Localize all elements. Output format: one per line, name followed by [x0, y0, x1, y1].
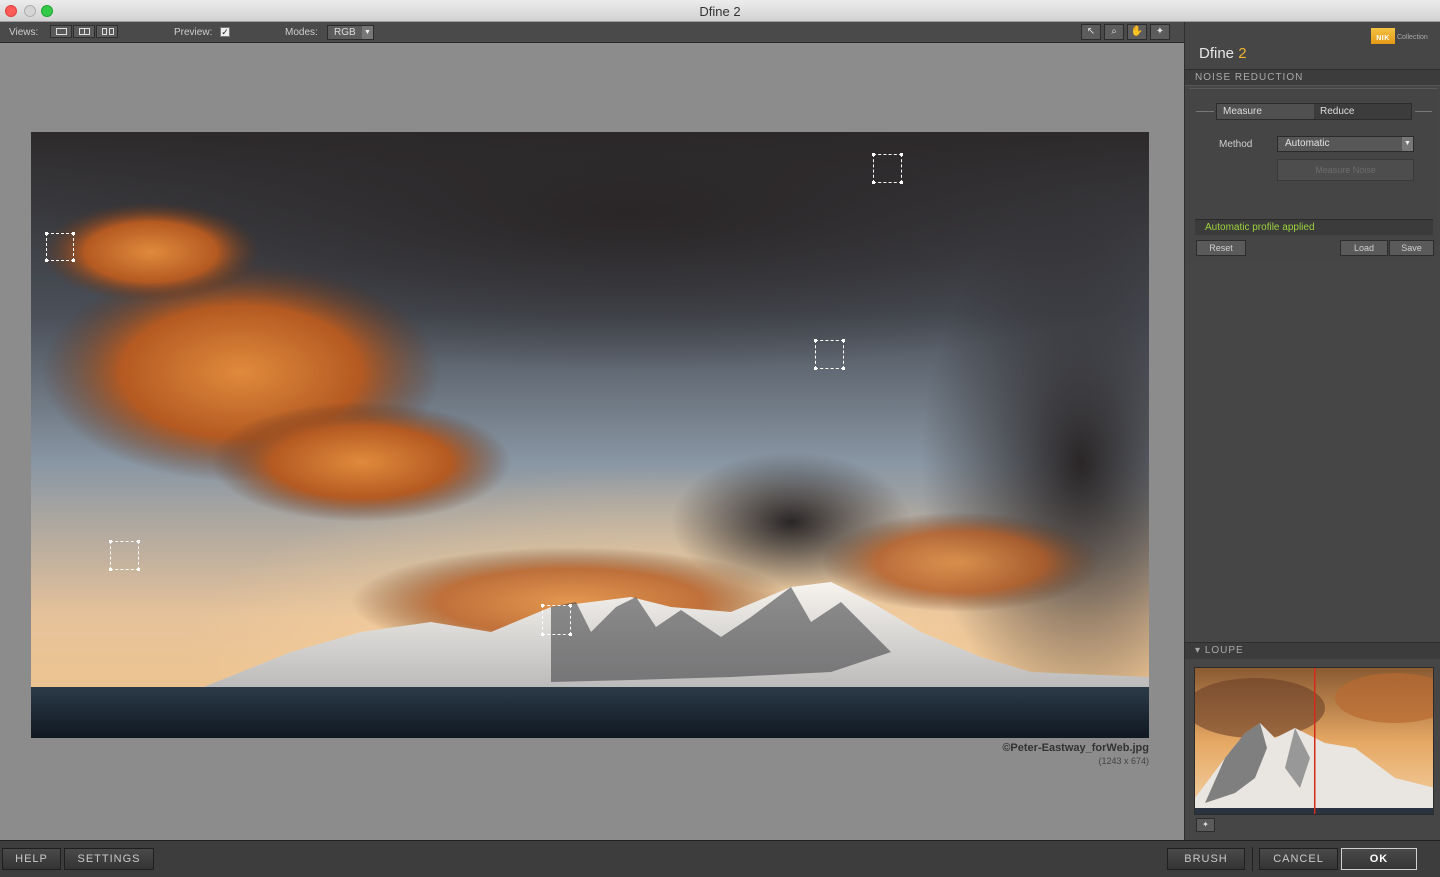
pointer-tool-button[interactable]: ↖	[1081, 24, 1101, 40]
method-select[interactable]: Automatic ▼	[1277, 136, 1414, 152]
hand-tool-button[interactable]: ✋	[1127, 24, 1147, 40]
measure-point-box[interactable]	[541, 604, 572, 636]
bottom-bar: HELP SETTINGS BRUSH CANCEL OK	[0, 840, 1440, 877]
single-view-icon	[56, 28, 67, 35]
loupe-image	[1195, 668, 1433, 814]
hand-tool-icon: ✋	[1130, 26, 1144, 37]
tab-reduce[interactable]: Reduce	[1314, 104, 1411, 119]
side-by-side-view-icon-right	[109, 28, 114, 35]
loupe-preview[interactable]	[1194, 667, 1434, 815]
load-button[interactable]: Load	[1340, 240, 1388, 256]
settings-button[interactable]: SETTINGS	[64, 848, 154, 870]
measure-noise-button[interactable]: Measure Noise	[1277, 159, 1414, 181]
product-name: Dfine	[1199, 45, 1235, 62]
window-title: Dfine 2	[699, 4, 741, 19]
zoom-tool-button[interactable]: ⌕	[1104, 24, 1124, 40]
noise-reduction-header[interactable]: NOISE REDUCTION	[1185, 69, 1440, 86]
preview-label: Preview:	[174, 27, 213, 38]
add-measure-tool-icon: ✦	[1155, 26, 1165, 37]
preview-checkbox[interactable]: ✓	[220, 27, 230, 37]
zoom-tool-icon: ⌕	[1111, 26, 1117, 37]
toolbar: Views: Preview: ✓ Modes: RGB ▼ ↖ ⌕ ✋ ✦	[0, 22, 1184, 43]
tab-divider-left	[1196, 111, 1214, 112]
pointer-tool-icon: ↖	[1086, 26, 1096, 37]
add-measure-tool-button[interactable]: ✦	[1150, 24, 1170, 40]
cancel-button[interactable]: CANCEL	[1259, 848, 1338, 870]
method-select-value: Automatic	[1285, 138, 1330, 149]
profile-status: Automatic profile applied	[1195, 219, 1433, 235]
nik-logo: NIK	[1371, 28, 1395, 44]
save-button[interactable]: Save	[1389, 240, 1434, 256]
ok-button[interactable]: OK	[1341, 848, 1417, 870]
loupe-title: LOUPE	[1204, 645, 1244, 656]
pin-loupe-button[interactable]: ✦	[1196, 818, 1215, 832]
help-button[interactable]: HELP	[2, 848, 61, 870]
measure-point-box[interactable]	[45, 232, 75, 262]
disclosure-triangle-icon: ▾	[1195, 645, 1202, 656]
nik-collection-label: Collection	[1397, 34, 1428, 41]
measure-point-box[interactable]	[814, 339, 845, 370]
image-canvas[interactable]: ©Peter-Eastway_forWeb.jpg (1243 x 674)	[0, 43, 1184, 840]
image-dimensions: (1243 x 674)	[1098, 756, 1149, 766]
single-view-button[interactable]	[50, 25, 72, 38]
side-by-side-view-icon	[102, 28, 107, 35]
brush-button[interactable]: BRUSH	[1167, 848, 1245, 870]
chevron-down-icon: ▼	[1402, 137, 1413, 151]
button-separator	[1252, 847, 1253, 871]
noise-reduction-section: Measure Reduce Method Automatic ▼ Measur…	[1189, 88, 1437, 260]
noise-reduction-tabs: Measure Reduce	[1216, 103, 1412, 120]
chevron-down-icon: ▼	[362, 26, 373, 39]
reset-button[interactable]: Reset	[1196, 240, 1246, 256]
mode-select-value: RGB	[334, 27, 356, 38]
landscape-photo-image	[31, 132, 1149, 738]
control-panel: NIK Collection Dfine 2 NOISE REDUCTION M…	[1184, 22, 1440, 840]
product-version: 2	[1238, 45, 1247, 62]
title-bar: Dfine 2	[0, 0, 1440, 22]
modes-label: Modes:	[285, 27, 318, 38]
tab-measure[interactable]: Measure	[1217, 104, 1314, 119]
pin-icon: ✦	[1202, 820, 1209, 829]
loupe-header[interactable]: ▾ LOUPE	[1185, 642, 1440, 659]
dfine-window: Dfine 2 Views: Preview: ✓ Modes: RGB ▼ ↖…	[0, 0, 1440, 877]
image-file-name: ©Peter-Eastway_forWeb.jpg	[1002, 742, 1149, 754]
side-by-side-view-button[interactable]	[96, 25, 118, 38]
views-label: Views:	[9, 27, 39, 38]
tab-divider-right	[1415, 111, 1432, 112]
preview-photo[interactable]	[31, 132, 1149, 738]
mode-select[interactable]: RGB ▼	[327, 25, 374, 40]
split-view-icon	[79, 28, 90, 35]
measure-point-box[interactable]	[109, 540, 140, 571]
product-title: Dfine 2	[1199, 45, 1247, 62]
method-label: Method	[1219, 139, 1253, 150]
split-view-button[interactable]	[73, 25, 95, 38]
measure-point-box[interactable]	[872, 153, 903, 184]
